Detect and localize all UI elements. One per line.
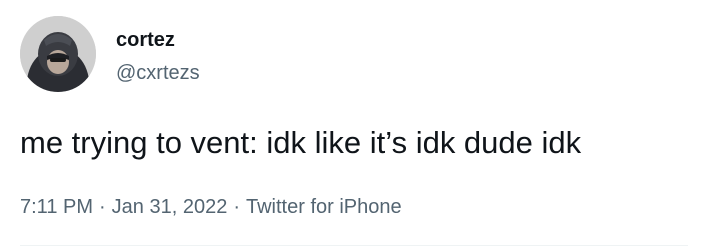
tweet-text: me trying to vent: idk like it’s idk dud… <box>20 125 582 160</box>
display-name[interactable]: cortez <box>116 28 175 52</box>
tweet-time[interactable]: 7:11 PM <box>20 196 93 218</box>
avatar-image <box>20 16 96 92</box>
avatar[interactable] <box>20 16 96 92</box>
tweet-card: cortez @cxrtezs me trying to vent: idk l… <box>0 0 708 252</box>
separator-dot: · <box>233 196 240 218</box>
tweet-metadata: 7:11 PM · Jan 31, 2022 · Twitter for iPhone <box>20 195 402 219</box>
tweet-source[interactable]: Twitter for iPhone <box>246 196 402 218</box>
separator-dot: · <box>99 196 106 218</box>
user-handle[interactable]: @cxrtezs <box>116 61 200 85</box>
tweet-date[interactable]: Jan 31, 2022 <box>112 196 228 218</box>
divider <box>20 245 688 246</box>
